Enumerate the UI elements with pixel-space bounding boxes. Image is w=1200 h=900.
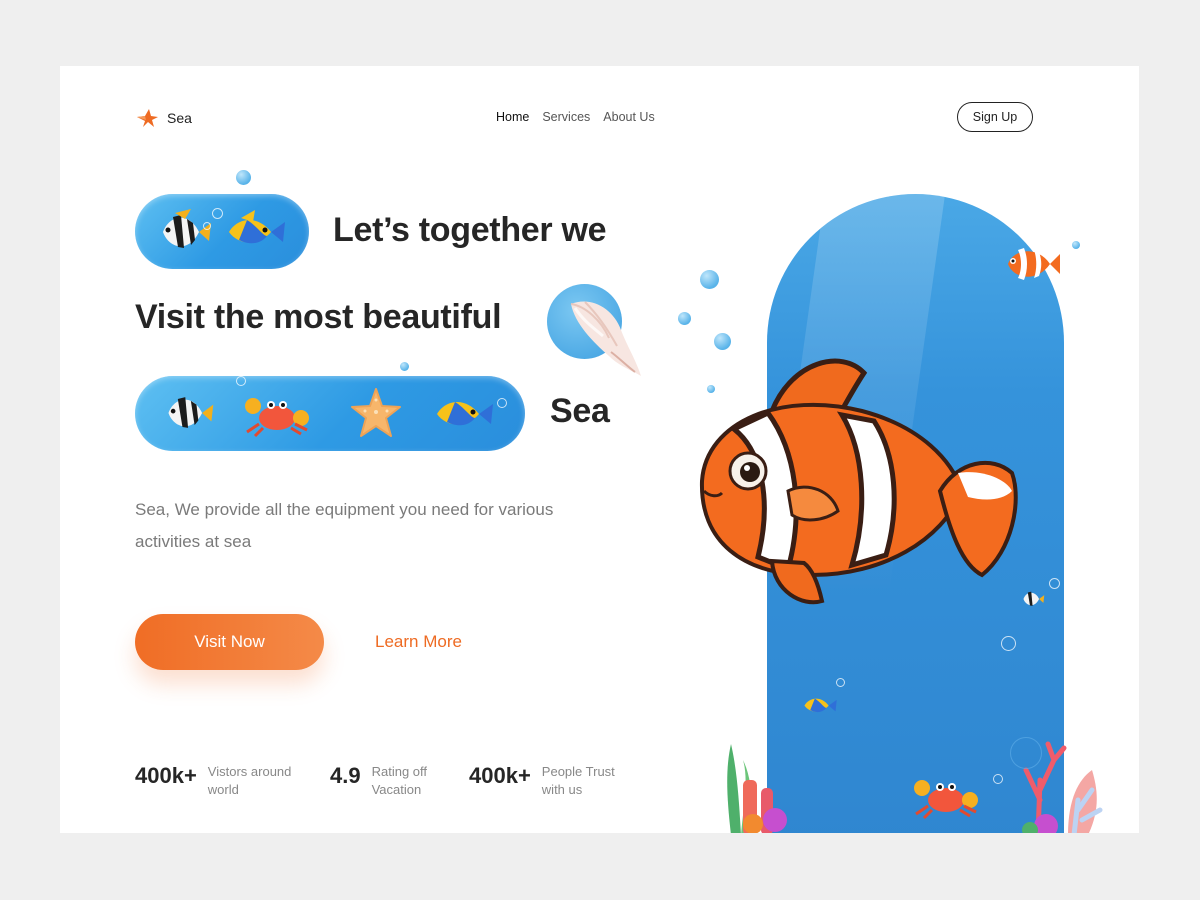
nav-services[interactable]: Services: [542, 110, 590, 124]
angelfish-icon: [168, 397, 214, 428]
small-angelfish-icon: [1023, 591, 1045, 606]
bubble: [1010, 737, 1042, 769]
yellow-tang-icon: [229, 210, 285, 244]
starfish-icon: [351, 388, 401, 437]
seashell-icon: [570, 301, 641, 376]
visit-now-button[interactable]: Visit Now: [135, 614, 324, 670]
headline-line-3: Sea: [550, 392, 610, 430]
bubble: [400, 362, 409, 371]
headline-line-1: Let’s together we: [333, 211, 607, 249]
stat-visitors: 400k+ Vistors around world: [135, 763, 298, 799]
stat-trust: 400k+ People Trust with us: [469, 763, 632, 799]
main-nav: Home Services About Us: [496, 110, 655, 124]
bubble: [836, 678, 845, 687]
sea-creatures-pill: [135, 376, 525, 451]
nav-home[interactable]: Home: [496, 110, 529, 124]
stat-value: 400k+: [135, 763, 197, 788]
bubble: [1049, 578, 1060, 589]
yellow-tang-icon: [437, 401, 493, 426]
bubble: [497, 398, 507, 408]
small-clownfish-icon: [1008, 248, 1060, 280]
bubble: [236, 170, 251, 185]
brand-logo[interactable]: Sea: [135, 108, 192, 128]
bubble: [236, 376, 246, 386]
small-yellow-tang-icon: [804, 698, 837, 713]
learn-more-link[interactable]: Learn More: [375, 632, 462, 652]
bubble: [212, 208, 223, 219]
starfish-logo-icon: [137, 109, 158, 127]
bubble: [203, 222, 211, 230]
bubble: [1072, 241, 1080, 249]
bubble: [700, 270, 719, 289]
crab-icon: [245, 398, 309, 438]
headline-line-2: Visit the most beautiful: [135, 298, 502, 336]
bubble: [714, 333, 731, 350]
crab-icon: [914, 780, 978, 820]
stat-label: Vistors around world: [207, 764, 292, 797]
stat-value: 400k+: [469, 763, 531, 788]
clownfish-icon: [699, 358, 1018, 605]
stat-label: Rating off Vacation: [371, 764, 428, 797]
landing-card: Sea Home Services About Us Sign Up Let’s…: [60, 66, 1139, 833]
stat-label: People Trust with us: [541, 764, 615, 797]
bubble: [993, 774, 1003, 784]
fish-pill-top: [135, 194, 309, 269]
coral-icon: [727, 744, 787, 833]
sign-up-button[interactable]: Sign Up: [957, 102, 1033, 132]
angelfish-icon: [163, 209, 211, 248]
nav-about-us[interactable]: About Us: [603, 110, 654, 124]
bubble: [678, 312, 691, 325]
brand-name: Sea: [167, 110, 192, 126]
stat-rating: 4.9 Rating off Vacation: [330, 763, 442, 799]
bubble: [1001, 636, 1016, 651]
stat-value: 4.9: [330, 763, 361, 788]
hero-description: Sea, We provide all the equipment you ne…: [135, 500, 554, 551]
